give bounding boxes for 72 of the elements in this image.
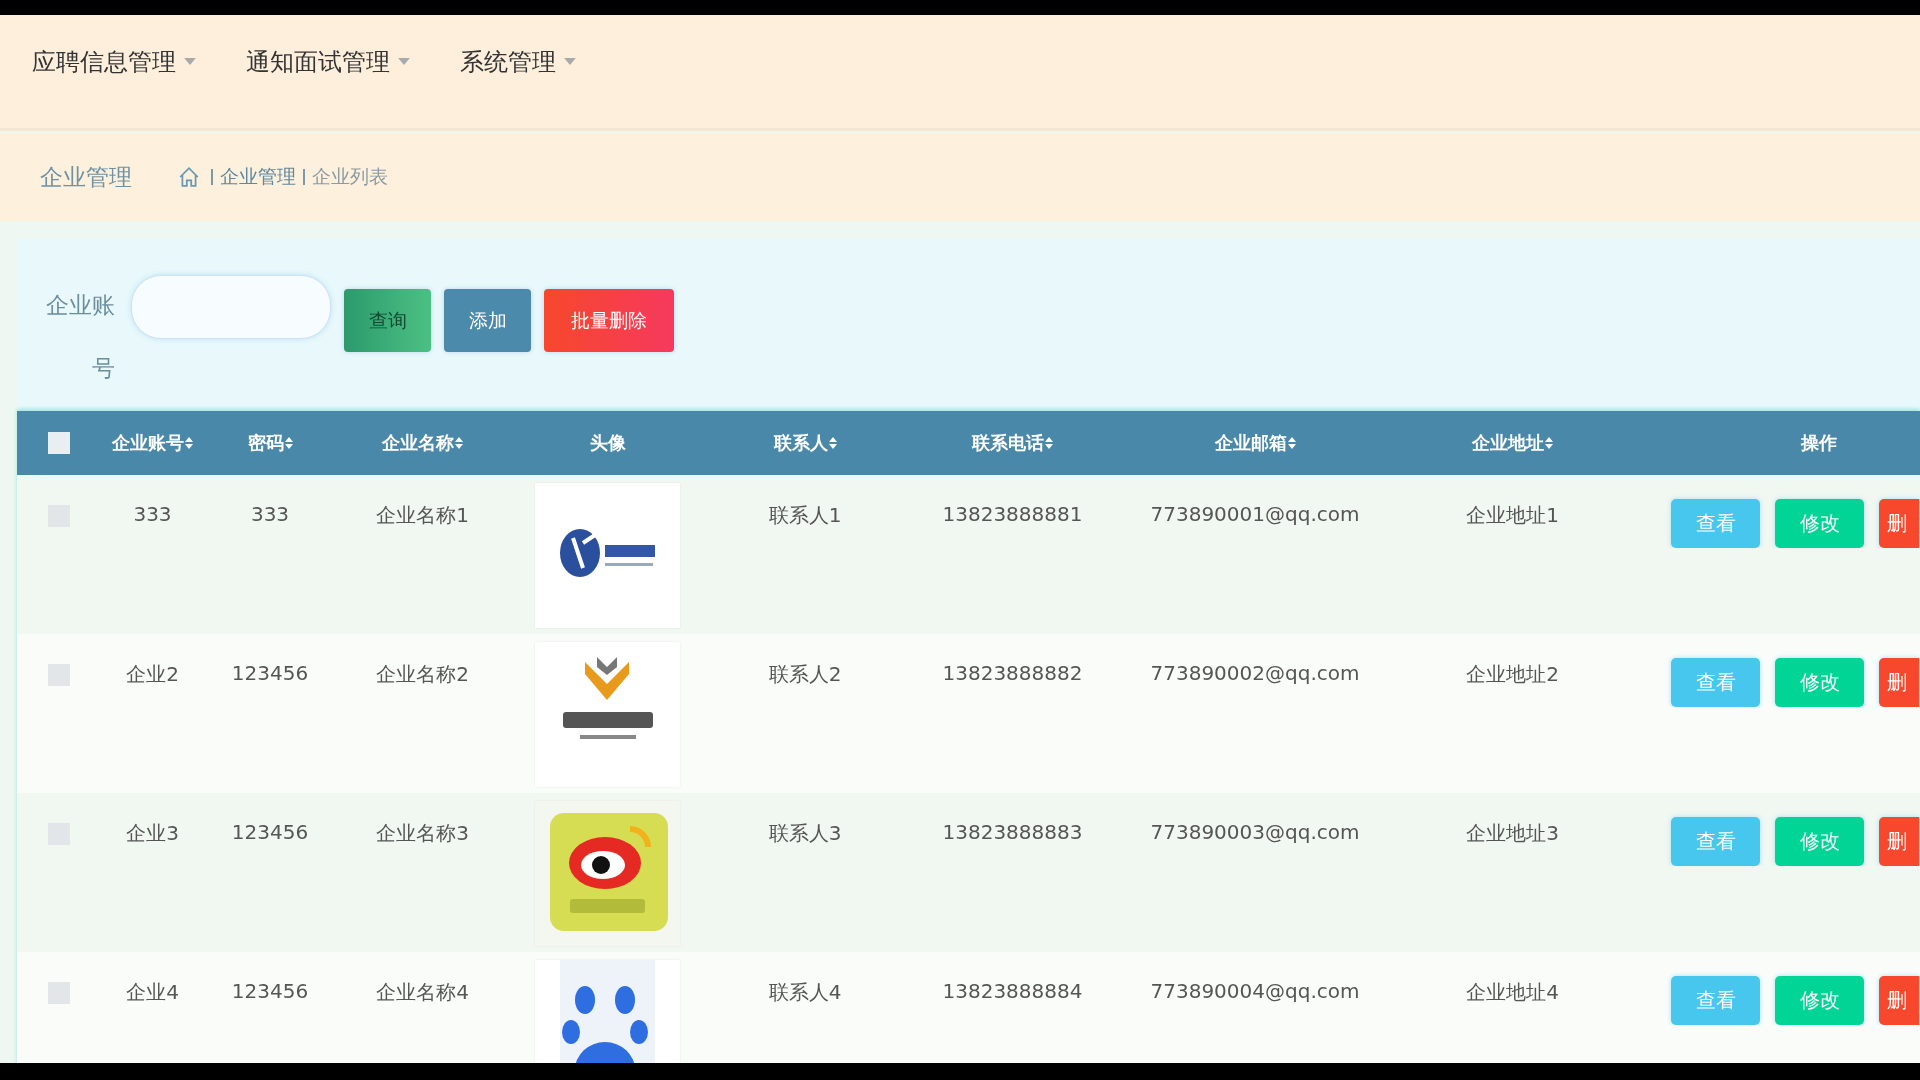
column-header[interactable]: 联系人 [773, 431, 828, 455]
table-cell: 13823888884 [942, 979, 1083, 1003]
nav-menu-item[interactable]: 应聘信息管理 [32, 45, 196, 78]
home-icon[interactable] [178, 166, 200, 188]
sort-icon[interactable] [828, 436, 837, 450]
table-cell: 联系人3 [768, 820, 842, 847]
sort-icon[interactable] [185, 436, 193, 450]
table-cell: 企业名称3 [376, 820, 469, 847]
table-cell: 773890001@qq.com [1150, 502, 1360, 526]
caret-icon [184, 58, 196, 65]
row-action-button[interactable]: 修改 [1775, 976, 1864, 1025]
row-action-button[interactable]: 查看 [1671, 817, 1760, 866]
table-cell: 企业名称4 [376, 979, 469, 1006]
search-label: 企业账号 [45, 291, 115, 383]
table-cell: 123456 [231, 820, 309, 844]
table-cell: 13823888882 [942, 661, 1083, 685]
table-cell: 联系人1 [768, 502, 842, 529]
select-all-checkbox[interactable] [47, 432, 70, 454]
table-cell: 773890004@qq.com [1150, 979, 1360, 1003]
toolbar-button[interactable]: 查询 [344, 289, 431, 352]
column-header[interactable]: 企业邮箱 [1214, 431, 1287, 455]
table-cell: 13823888883 [942, 820, 1083, 844]
row-action-button[interactable]: 查看 [1671, 499, 1760, 548]
table-cell: 企业3 [126, 820, 179, 847]
table-cell: 333 [250, 502, 290, 526]
row-action-button[interactable]: 删 [1879, 658, 1919, 707]
table-cell: 123456 [231, 979, 309, 1003]
nav-menu-item[interactable]: 通知面试管理 [246, 45, 410, 78]
table-cell: 企业地址3 [1466, 820, 1559, 847]
column-header[interactable]: 联系电话 [972, 431, 1044, 455]
row-action-button[interactable]: 查看 [1671, 658, 1760, 707]
table-cell: 企业地址2 [1466, 661, 1559, 688]
caret-icon [564, 58, 576, 65]
row-action-button[interactable]: 修改 [1775, 817, 1864, 866]
table-cell: 企业地址4 [1466, 979, 1559, 1006]
search-field[interactable] [131, 275, 331, 339]
table-cell: 联系人2 [768, 661, 842, 688]
row-action-button[interactable]: 删 [1879, 817, 1919, 866]
table-cell: 企业4 [126, 979, 179, 1006]
column-header[interactable]: 企业账号 [112, 431, 184, 455]
breadcrumb-item[interactable]: 企业管理 [220, 164, 296, 190]
column-header: 操作 [1801, 431, 1837, 455]
sort-icon[interactable] [1287, 436, 1296, 450]
column-header[interactable]: 密码 [247, 431, 284, 455]
table-cell: 773890002@qq.com [1150, 661, 1360, 685]
sort-icon[interactable] [1045, 436, 1053, 450]
table-cell: 企业名称1 [376, 502, 469, 529]
page-title: 企业管理 [40, 162, 132, 192]
table-cell: 联系人4 [768, 979, 842, 1006]
toolbar-button[interactable]: 添加 [444, 289, 531, 352]
table-cell: 773890003@qq.com [1150, 820, 1360, 844]
breadcrumb-item: 企业列表 [312, 164, 388, 189]
sort-icon[interactable] [284, 436, 293, 450]
toolbar-button[interactable]: 批量删除 [544, 289, 674, 352]
row-action-button[interactable]: 删 [1879, 976, 1919, 1025]
sort-icon[interactable] [1545, 436, 1553, 450]
table-cell: 333 [133, 502, 172, 526]
table-cell: 13823888881 [942, 502, 1083, 526]
sort-icon[interactable] [455, 436, 463, 450]
row-action-button[interactable]: 查看 [1671, 976, 1760, 1025]
row-action-button[interactable]: 删 [1879, 499, 1919, 548]
column-header[interactable]: 企业名称 [382, 431, 454, 455]
caret-icon [398, 58, 410, 65]
table-cell: 企业2 [126, 661, 179, 688]
column-header[interactable]: 企业地址 [1472, 431, 1544, 455]
row-action-button[interactable]: 修改 [1775, 499, 1864, 548]
table-cell: 企业名称2 [376, 661, 469, 688]
column-header: 头像 [589, 431, 626, 455]
table-cell: 123456 [231, 661, 309, 685]
nav-menu-item[interactable]: 系统管理 [460, 45, 576, 78]
table-cell: 企业地址1 [1466, 502, 1559, 529]
row-action-button[interactable]: 修改 [1775, 658, 1864, 707]
